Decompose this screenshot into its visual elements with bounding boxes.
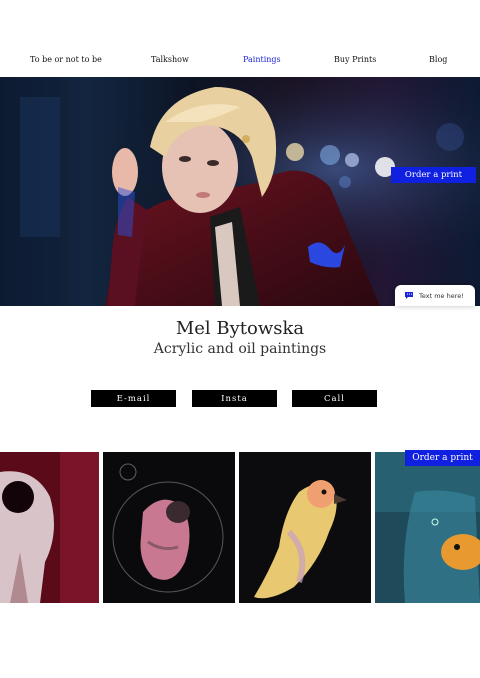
chat-bubble-icon bbox=[405, 292, 413, 299]
gallery-tile-2[interactable] bbox=[103, 452, 235, 603]
nav-item-paintings[interactable]: Paintings bbox=[243, 55, 281, 64]
chat-label: Text me here! bbox=[419, 291, 464, 300]
hero-portrait-image bbox=[0, 77, 480, 306]
text-me-chat-button[interactable]: Text me here! bbox=[395, 285, 475, 306]
nav-item-talkshow[interactable]: Talkshow bbox=[151, 55, 189, 64]
hero-order-print-button[interactable]: Order a print bbox=[391, 167, 476, 183]
gallery-tile-4[interactable] bbox=[375, 452, 480, 603]
gallery-tile-1[interactable] bbox=[0, 452, 99, 603]
gallery-tile-3[interactable] bbox=[239, 452, 371, 603]
gallery-order-print-button[interactable]: Order a print bbox=[405, 450, 480, 466]
email-button[interactable]: E-mail bbox=[91, 390, 176, 407]
hero-banner: Order a print bbox=[0, 77, 480, 306]
painting-bird-image bbox=[239, 452, 371, 603]
nav-item-to-be-or-not-to-be[interactable]: To be or not to be bbox=[30, 55, 102, 64]
insta-button[interactable]: Insta bbox=[192, 390, 277, 407]
paintings-gallery: Order a print bbox=[0, 450, 480, 603]
nav-item-buy-prints[interactable]: Buy Prints bbox=[334, 55, 376, 64]
painting-creature-image bbox=[103, 452, 235, 603]
artist-name: Mel Bytowska bbox=[175, 318, 305, 339]
painting-skull-image bbox=[0, 452, 99, 603]
artist-subtitle: Acrylic and oil paintings bbox=[153, 341, 327, 357]
top-nav: To be or not to be Talkshow Paintings Bu… bbox=[0, 50, 480, 70]
call-button[interactable]: Call bbox=[292, 390, 377, 407]
nav-item-blog[interactable]: Blog bbox=[429, 55, 447, 64]
painting-goldfish-image bbox=[375, 452, 480, 603]
